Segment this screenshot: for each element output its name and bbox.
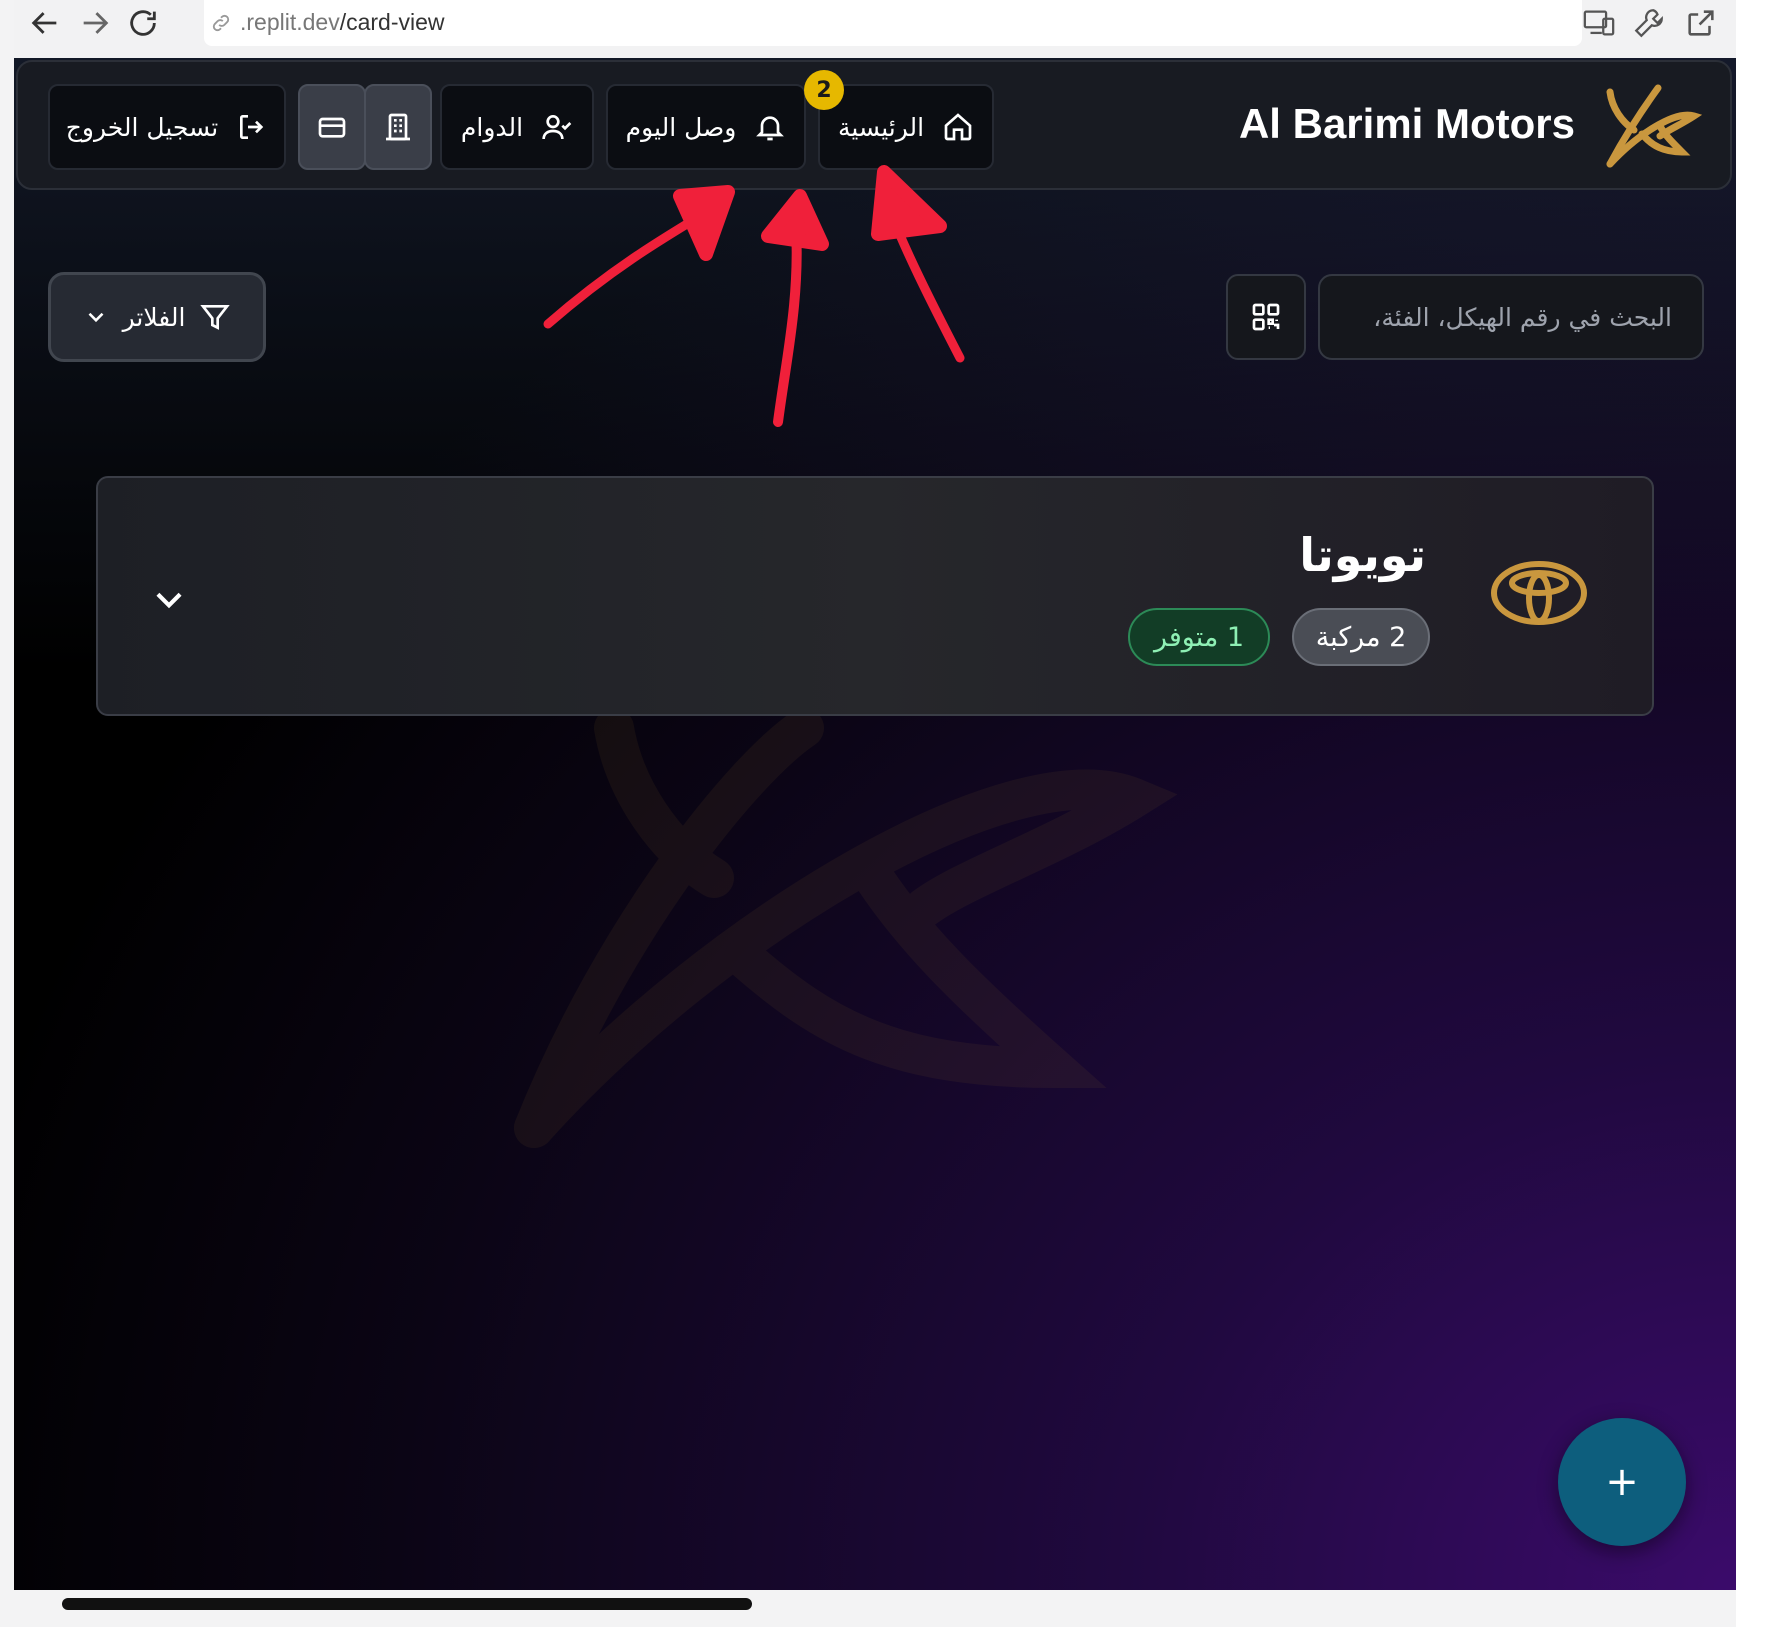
nav-arrived-today-label: وصل اليوم [625,112,737,142]
devices-icon[interactable] [1582,6,1616,40]
chevron-down-icon [88,312,103,323]
brand-group-card[interactable]: تويوتا 2 مركبة 1 متوفر [96,476,1654,716]
logout-icon [240,115,264,139]
user-check-icon [542,115,572,140]
brand-title: Al Barimi Motors [1238,100,1575,147]
logout-label: تسجيل الخروج [65,112,219,142]
nav-attendance-label: الدوام [460,112,524,142]
browser-toolbar: .replit.dev/card-view [14,0,1736,58]
add-vehicle-fab[interactable]: + [1558,1418,1686,1546]
top-navbar: Al Barimi Motors الرئيسية وصل اليوم 2 ال… [16,60,1732,190]
available-count-badge: 1 متوفر [1128,608,1270,666]
filters-label: الفلاتر [122,302,186,332]
reports-button[interactable] [364,84,432,170]
plus-label: + [1605,1459,1639,1505]
back-arrow-icon[interactable] [28,6,62,40]
brand-name: تويوتا [1299,528,1426,582]
window-edge [1736,0,1773,1627]
toyota-logo-icon [1491,561,1587,625]
horizontal-scrollbar[interactable] [62,1598,752,1610]
search-field[interactable] [1318,274,1704,360]
filter-icon [200,305,231,330]
reload-icon[interactable] [126,6,160,40]
url-text: .replit.dev/card-view [240,9,445,35]
brand-logo-icon [1606,84,1702,168]
qr-code-icon [1252,303,1280,331]
expand-chevron-icon[interactable] [150,580,188,618]
nav-home-button[interactable]: الرئيسية [818,84,994,170]
link-icon [212,14,230,32]
wrench-icon[interactable] [1632,6,1666,40]
bell-icon [756,116,785,141]
nav-arrived-today-button[interactable]: وصل اليوم 2 [606,70,844,170]
building-icon [386,113,410,141]
background-logo-watermark [514,708,1178,1148]
logout-button[interactable]: تسجيل الخروج [48,84,286,170]
address-bar[interactable]: .replit.dev/card-view [204,0,1582,46]
forward-arrow-icon[interactable] [78,6,112,40]
qr-scan-button[interactable] [1226,274,1306,360]
search-input[interactable] [1320,276,1702,358]
external-link-icon[interactable] [1684,6,1718,40]
app-viewport: Al Barimi Motors الرئيسية وصل اليوم 2 ال… [14,58,1736,1590]
card-icon [318,117,346,138]
nav-attendance-button[interactable]: الدوام [440,84,594,170]
vehicles-count-badge: 2 مركبة [1292,608,1430,666]
card-view-button[interactable] [298,84,366,170]
home-icon [944,113,972,141]
notification-count-badge: 2 [804,70,844,110]
filters-button[interactable]: الفلاتر [48,272,266,362]
nav-home-label: الرئيسية [837,112,925,142]
